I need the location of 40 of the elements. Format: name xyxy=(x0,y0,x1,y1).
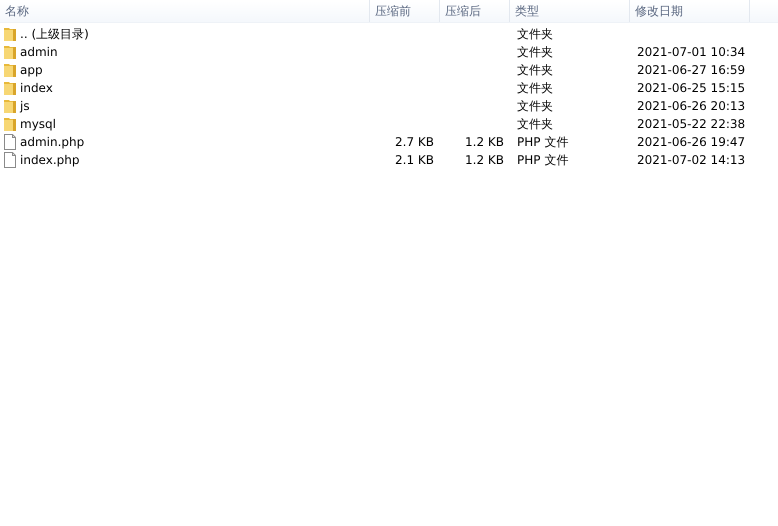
compressed-size: 1.2 KB xyxy=(465,153,505,167)
file-type: PHP 文件 xyxy=(516,134,568,150)
modified-date: 2021-05-22 22:38 xyxy=(636,117,746,131)
file-type: 文件夹 xyxy=(516,80,553,96)
modified-date: 2021-07-01 10:34 xyxy=(636,45,746,59)
file-type: 文件夹 xyxy=(516,98,553,114)
file-type: 文件夹 xyxy=(516,62,553,78)
folder-icon xyxy=(3,116,17,132)
compressed-size: 1.2 KB xyxy=(465,135,505,149)
modified-date: 2021-06-26 19:47 xyxy=(636,135,746,149)
file-size: 2.1 KB xyxy=(395,153,435,167)
column-header[interactable]: 修改日期 xyxy=(630,0,750,22)
file-type: PHP 文件 xyxy=(516,152,568,168)
folder-icon xyxy=(3,62,17,78)
folder-icon xyxy=(3,98,17,114)
file-name[interactable]: mysql xyxy=(20,117,56,131)
column-header[interactable]: 压缩前 xyxy=(370,0,440,22)
file-name[interactable]: index xyxy=(20,81,53,95)
column-header[interactable]: 压缩后 xyxy=(440,0,510,22)
modified-date: 2021-07-02 14:13 xyxy=(636,153,746,167)
column-header[interactable]: 名称 xyxy=(0,0,370,22)
column-header[interactable]: 类型 xyxy=(510,0,630,22)
file-name[interactable]: admin xyxy=(20,45,58,59)
file-name[interactable]: admin.php xyxy=(20,135,84,149)
modified-date: 2021-06-26 20:13 xyxy=(636,99,746,113)
file-name[interactable]: index.php xyxy=(20,153,80,167)
folder-icon xyxy=(3,44,17,60)
modified-date: 2021-06-25 15:15 xyxy=(636,81,746,95)
file-name[interactable]: js xyxy=(20,99,30,113)
folder-icon xyxy=(3,26,17,42)
file-icon xyxy=(3,134,17,150)
folder-icon xyxy=(3,80,17,96)
file-type: 文件夹 xyxy=(516,116,553,132)
file-type: 文件夹 xyxy=(516,26,553,42)
file-name[interactable]: .. (上级目录) xyxy=(20,26,89,42)
file-name[interactable]: app xyxy=(20,63,43,77)
modified-date: 2021-06-27 16:59 xyxy=(636,63,746,77)
file-type: 文件夹 xyxy=(516,44,553,60)
file-icon xyxy=(3,152,17,168)
file-size: 2.7 KB xyxy=(395,135,435,149)
